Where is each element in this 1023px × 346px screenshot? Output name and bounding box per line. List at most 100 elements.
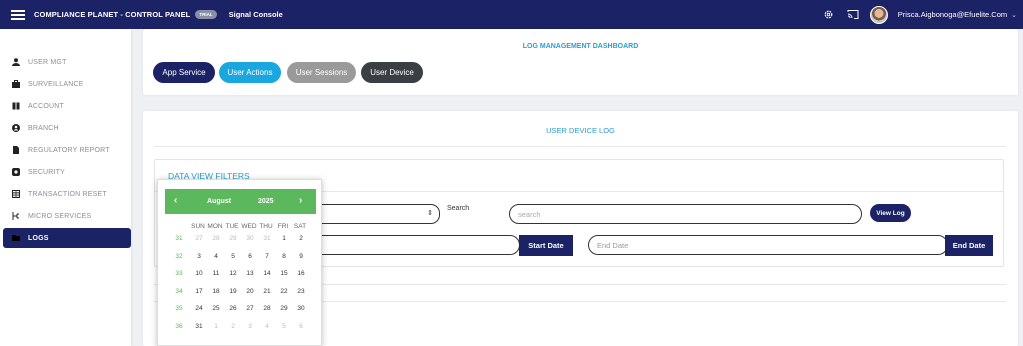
app-name: COMPLIANCE PLANET - CONTROL PANEL (34, 10, 191, 19)
calendar-day[interactable]: 23 (292, 288, 310, 295)
sidebar-item-label: SURVEILLANCE (28, 80, 84, 88)
weekday-header: FRI (277, 223, 289, 230)
book-icon (11, 102, 20, 111)
calendar-day[interactable]: 19 (224, 288, 242, 295)
calendar-day[interactable]: 10 (190, 270, 208, 277)
sidebar-item-micro-services[interactable]: MICRO SERVICES (3, 206, 131, 226)
calendar-day[interactable]: 12 (224, 270, 242, 277)
week-number: 32 (175, 252, 183, 260)
sidebar-item-user-mgt[interactable]: USER MGT (3, 52, 131, 72)
sidebar-item-security[interactable]: SECURITY (3, 162, 131, 182)
calendar-day[interactable]: 6 (292, 323, 310, 330)
calendar-day[interactable]: 16 (292, 270, 310, 277)
start-date-button[interactable]: Start Date (519, 235, 573, 256)
calendar-day[interactable]: 7 (258, 253, 276, 260)
weekday-header: SUN (191, 223, 205, 230)
user-email[interactable]: Prisca.Aigbonoga@Efuelite.Com (898, 10, 1007, 19)
menu-icon[interactable] (11, 9, 25, 20)
calendar-day[interactable]: 22 (275, 288, 293, 295)
calendar-day[interactable]: 28 (258, 305, 276, 312)
date-picker-header: ‹ August 2025 › (165, 189, 316, 214)
calendar-day[interactable]: 3 (190, 253, 208, 260)
calendar-day[interactable]: 2 (224, 323, 242, 330)
cast-icon[interactable] (846, 8, 860, 22)
month-label[interactable]: August (207, 198, 231, 205)
sidebar-item-transaction-reset[interactable]: TRANSACTION RESET (3, 184, 131, 204)
calendar-day[interactable]: 20 (241, 288, 259, 295)
calendar-day[interactable]: 27 (241, 305, 259, 312)
sidebar-item-branch[interactable]: BRANCH (3, 118, 131, 138)
sidebar-item-regulatory-report[interactable]: REGULATORY REPORT (3, 140, 131, 160)
week-number: 35 (175, 305, 183, 312)
calendar-day[interactable]: 30 (292, 305, 310, 312)
sidebar-item-label: ACCOUNT (28, 102, 65, 110)
settings-icon[interactable] (822, 8, 836, 22)
calendar-day[interactable]: 28 (207, 235, 225, 242)
sidebar-item-label: LOGS (28, 234, 49, 242)
sidebar-item-surveillance[interactable]: SURVEILLANCE (3, 74, 131, 94)
sidebar: USER MGT SURVEILLANCE ACCOUNT BRANCH REG… (0, 29, 131, 346)
sidebar-item-label: USER MGT (28, 58, 67, 66)
end-date-input[interactable]: End Date (588, 235, 948, 255)
week-number: 36 (175, 322, 183, 330)
calendar-day[interactable]: 30 (241, 235, 259, 242)
sidebar-item-logs[interactable]: LOGS (3, 228, 131, 248)
calendar-day[interactable]: 29 (275, 305, 293, 312)
calendar-day[interactable]: 1 (207, 323, 225, 330)
divider (154, 146, 1006, 147)
calendar-day[interactable]: 6 (241, 253, 259, 260)
calendar-day[interactable]: 24 (190, 305, 208, 312)
calendar-day[interactable]: 27 (190, 235, 208, 242)
calendar-day[interactable]: 9 (292, 253, 310, 260)
calendar-day[interactable]: 25 (207, 305, 225, 312)
console-name: Signal Console (228, 10, 283, 19)
calendar-day[interactable]: 13 (241, 270, 259, 277)
avatar[interactable] (869, 5, 888, 24)
user-device-button[interactable]: User Device (361, 62, 423, 83)
grid-icon (11, 190, 20, 199)
prev-month-button[interactable]: ‹ (174, 195, 177, 206)
calendar-day[interactable]: 5 (224, 253, 242, 260)
calendar-day[interactable]: 4 (258, 323, 276, 330)
dashboard-title: LOG MANAGEMENT DASHBOARD (522, 43, 639, 50)
calendar-day[interactable]: 4 (207, 253, 225, 260)
view-log-button[interactable]: View Log (870, 204, 911, 222)
calendar-day[interactable]: 2 (292, 235, 310, 242)
date-picker: ‹ August 2025 › SUN MON TUE WED THU FRI SAT 31 2… (157, 179, 322, 346)
user-circle-icon (11, 124, 20, 133)
log-title: USER DEVICE LOG (546, 126, 615, 135)
trial-badge: TRIAL (195, 10, 217, 19)
log-dashboard-card: LOG MANAGEMENT DASHBOARD App Service Use… (143, 29, 1018, 95)
user-sessions-button[interactable]: User Sessions (287, 62, 356, 83)
app-service-button[interactable]: App Service (153, 62, 215, 83)
calendar-day[interactable]: 8 (275, 253, 293, 260)
calendar-day[interactable]: 21 (258, 288, 276, 295)
sidebar-item-label: TRANSACTION RESET (28, 190, 107, 198)
end-date-button[interactable]: End Date (945, 235, 993, 256)
weekday-header: MON (207, 223, 223, 230)
calendar-day[interactable]: 1 (275, 235, 293, 242)
user-actions-button[interactable]: User Actions (219, 62, 281, 83)
calendar-day[interactable]: 14 (258, 270, 276, 277)
shield-icon (11, 168, 20, 177)
calendar-day[interactable]: 15 (275, 270, 293, 277)
sidebar-item-account[interactable]: ACCOUNT (3, 96, 131, 116)
folder-icon (11, 234, 20, 243)
user-icon (11, 58, 20, 67)
year-label[interactable]: 2025 (258, 198, 274, 205)
week-number: 33 (175, 270, 183, 277)
chevron-down-icon[interactable]: ⌄ (1011, 11, 1017, 19)
calendar-day[interactable]: 31 (258, 235, 276, 242)
calendar-day[interactable]: 17 (190, 288, 208, 295)
next-month-button[interactable]: › (299, 195, 302, 206)
calendar-day[interactable]: 3 (241, 323, 259, 330)
weekday-header: SAT (293, 223, 307, 230)
search-input[interactable]: search (509, 204, 862, 224)
calendar-day[interactable]: 11 (207, 270, 225, 277)
calendar-day[interactable]: 31 (190, 323, 208, 330)
calendar-day[interactable]: 5 (275, 323, 293, 330)
week-number: 31 (175, 235, 183, 242)
calendar-day[interactable]: 29 (224, 235, 242, 242)
calendar-day[interactable]: 26 (224, 305, 242, 312)
calendar-day[interactable]: 18 (207, 288, 225, 295)
